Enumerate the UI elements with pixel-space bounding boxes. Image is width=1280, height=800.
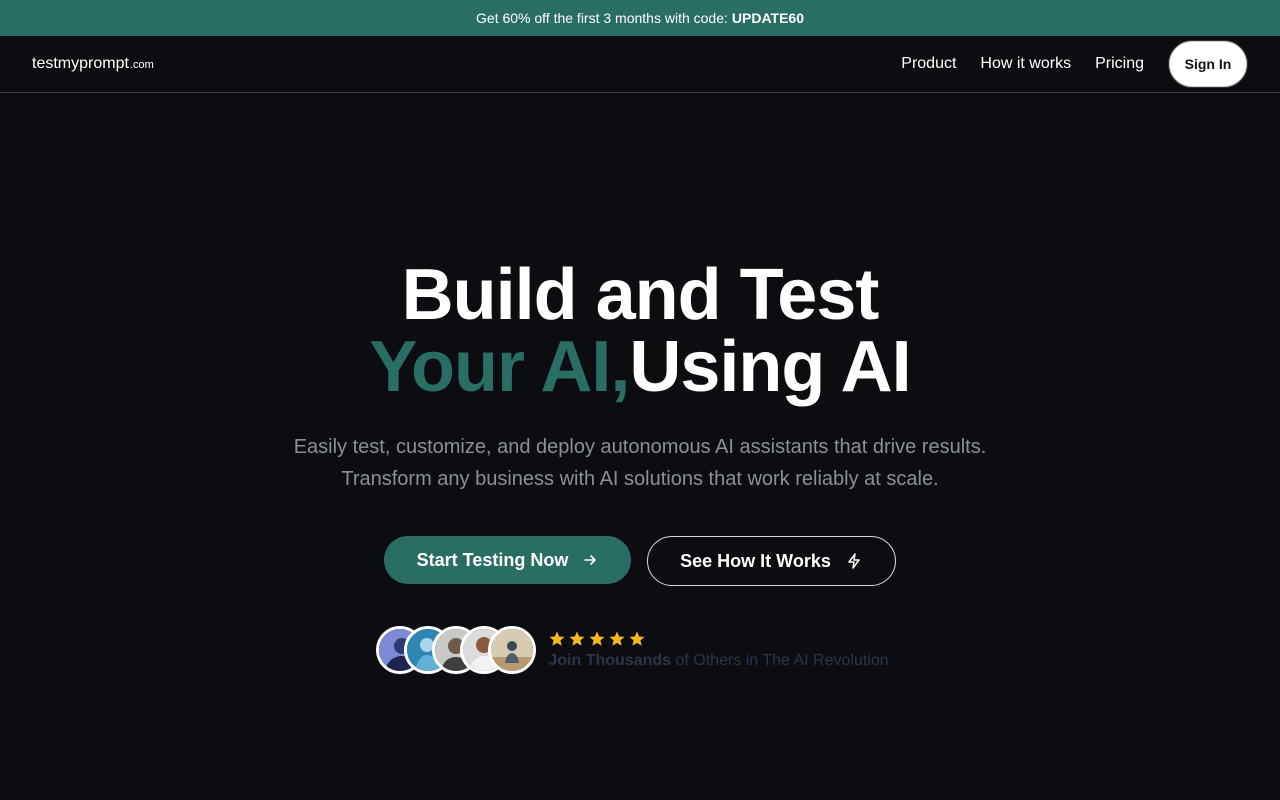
headline-line-2: Your AI,Using AI (0, 331, 1280, 403)
hero-headline: Build and Test Your AI,Using AI (0, 259, 1280, 403)
subtitle-line-2: Transform any business with AI solutions… (341, 468, 939, 490)
subtitle-line-1: Easily test, customize, and deploy auton… (293, 436, 987, 458)
see-how-it-works-button[interactable]: See How It Works (647, 536, 896, 586)
headline-line-1: Build and Test (401, 255, 880, 335)
cta-row: Start Testing Now See How It Works (0, 536, 1280, 586)
tagline-rest: of Others in The AI Revolution (675, 652, 889, 669)
promo-code: UPDATE60 (731, 10, 804, 26)
hero-section: Build and Test Your AI,Using AI Easily t… (0, 93, 1280, 674)
avatar (488, 626, 537, 674)
start-testing-button[interactable]: Start Testing Now (384, 536, 631, 584)
site-logo[interactable]: testmyprompt .com (32, 55, 154, 73)
social-proof-text: Join Thousands of Others in The AI Revol… (548, 630, 889, 670)
star-icon (629, 631, 645, 646)
logo-name: testmyprompt (32, 55, 129, 72)
nav-link-how-it-works[interactable]: How it works (980, 55, 1071, 73)
social-proof: Join Thousands of Others in The AI Revol… (0, 626, 1280, 674)
avatar-group (376, 626, 537, 674)
nav-link-pricing[interactable]: Pricing (1095, 55, 1144, 73)
see-how-it-works-label: See How It Works (680, 550, 831, 571)
tagline-strong: Join Thousands (548, 652, 672, 669)
star-icon (609, 631, 625, 646)
promo-banner: Get 60% off the first 3 months with code… (0, 0, 1280, 36)
hero-subtitle: Easily test, customize, and deploy auton… (0, 431, 1280, 495)
arrow-right-icon (584, 555, 597, 565)
nav-link-product[interactable]: Product (901, 55, 956, 73)
nav-menu: Product How it works Pricing Sign In (901, 41, 1247, 87)
start-testing-label: Start Testing Now (416, 549, 569, 570)
logo-tld: .com (129, 59, 154, 71)
star-icon (549, 631, 565, 646)
star-icon (589, 631, 605, 646)
promo-text: Get 60% off the first 3 months with code… (476, 10, 728, 26)
social-proof-tagline: Join Thousands of Others in The AI Revol… (548, 652, 888, 670)
rating-stars (548, 630, 888, 648)
sign-in-button[interactable]: Sign In (1169, 41, 1247, 87)
star-icon (569, 631, 585, 646)
lightning-icon (848, 553, 860, 569)
headline-accent: Your AI, (369, 327, 630, 407)
navbar: testmyprompt .com Product How it works P… (0, 36, 1280, 93)
headline-rest: Using AI (629, 327, 911, 407)
